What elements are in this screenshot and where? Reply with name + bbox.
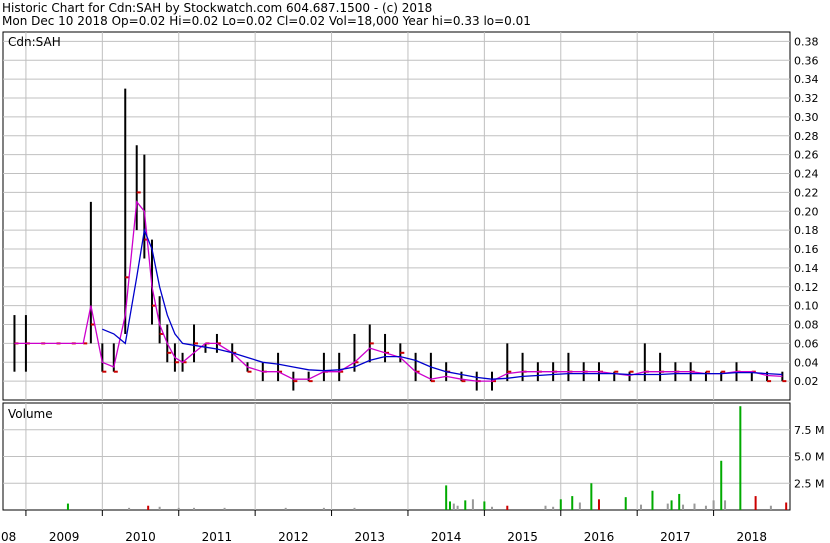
volume-y-tick-label: 7.5 M	[794, 424, 824, 437]
volume-bar	[353, 507, 356, 510]
price-y-tick-label: 0.14	[794, 262, 819, 275]
x-tick-label: 2018	[737, 530, 768, 543]
volume-bar	[739, 406, 742, 510]
short-moving-average-line	[14, 200, 783, 382]
volume-bar	[491, 506, 494, 510]
price-y-tick-label: 0.34	[794, 73, 819, 86]
volume-bar	[193, 507, 196, 510]
volume-bar	[177, 507, 180, 510]
volume-bar	[506, 505, 509, 510]
x-tick-label: 2016	[584, 530, 615, 543]
volume-bar	[640, 504, 643, 510]
volume-bar	[720, 460, 723, 510]
price-y-tick-label: 0.24	[794, 168, 819, 181]
price-y-tick-label: 0.32	[794, 92, 819, 105]
volume-bar	[624, 497, 627, 510]
price-panel-frame	[2, 31, 791, 401]
moving-average-lines	[14, 200, 783, 382]
price-y-tick-label: 0.30	[794, 111, 819, 124]
volume-bar	[785, 502, 788, 510]
volume-bar	[651, 490, 654, 510]
price-y-tick-label: 0.04	[794, 356, 819, 369]
volume-y-tick-label: 5.0 M	[794, 451, 824, 464]
price-y-tick-label: 0.08	[794, 319, 819, 332]
price-y-tick-label: 0.10	[794, 300, 819, 313]
x-tick-label: 08	[1, 530, 16, 543]
volume-bar	[223, 507, 226, 510]
volume-bar	[128, 507, 131, 510]
volume-bar	[452, 503, 455, 510]
price-panel-title: Cdn:SAH	[8, 35, 61, 49]
stock-chart: Cdn:SAH Volume 0.020.040.060.080.100.120…	[1, 31, 824, 543]
volume-bar	[158, 506, 161, 510]
x-tick-label: 2012	[278, 530, 309, 543]
x-tick-label: 2009	[49, 530, 80, 543]
price-y-tick-label: 0.18	[794, 224, 819, 237]
volume-bar	[704, 505, 707, 510]
volume-bar	[147, 505, 150, 510]
volume-bar	[322, 507, 325, 510]
x-tick-label: 2013	[354, 530, 385, 543]
volume-bar	[66, 503, 69, 510]
volume-bar	[559, 499, 562, 510]
volume-bar	[712, 500, 715, 510]
x-tick-label: 2014	[431, 530, 462, 543]
volume-bar	[483, 501, 486, 510]
price-y-tick-label: 0.16	[794, 243, 819, 256]
volume-bar	[578, 502, 581, 510]
x-tick-label: 2010	[125, 530, 156, 543]
x-tick-label: 2017	[660, 530, 691, 543]
price-y-tick-label: 0.28	[794, 130, 819, 143]
volume-bar	[544, 505, 547, 510]
price-y-tick-label: 0.06	[794, 337, 819, 350]
price-gridlines	[3, 32, 790, 400]
price-y-axis-labels: 0.02 0.04 0.06 0.08 0.10 0.12 0.14 0.16 0.18 0.20…	[794, 35, 819, 388]
price-y-tick-label: 0.12	[794, 281, 819, 294]
volume-bar	[682, 504, 685, 510]
volume-bar	[471, 499, 474, 510]
volume-y-axis-labels: 2.5 M 5.0 M 7.5 M	[794, 424, 824, 491]
volume-panel-title: Volume	[8, 407, 53, 421]
volume-bar	[693, 503, 696, 510]
price-bars	[13, 88, 787, 391]
x-tick-label: 2015	[507, 530, 538, 543]
price-y-tick-label: 0.38	[794, 35, 819, 48]
volume-y-tick-label: 2.5 M	[794, 477, 824, 490]
volume-bar	[666, 503, 669, 510]
volume-bar	[445, 485, 448, 510]
x-tick-label: 2011	[202, 530, 233, 543]
price-y-tick-label: 0.36	[794, 54, 819, 67]
volume-bar	[754, 496, 757, 510]
price-y-tick-label: 0.20	[794, 205, 819, 218]
volume-bar	[769, 505, 772, 510]
price-y-tick-label: 0.02	[794, 375, 819, 388]
volume-bar	[670, 500, 673, 510]
volume-gridlines	[3, 403, 790, 510]
volume-bar	[448, 501, 451, 510]
volume-bar	[464, 500, 467, 510]
volume-bar	[590, 483, 593, 510]
volume-bars	[66, 406, 788, 510]
volume-bar	[597, 499, 600, 510]
long-moving-average-line	[102, 227, 783, 380]
volume-bar	[456, 505, 459, 510]
volume-bar	[724, 500, 727, 510]
volume-bar	[678, 493, 681, 510]
price-y-tick-label: 0.22	[794, 186, 819, 199]
volume-bar	[571, 496, 574, 510]
x-axis-labels: 08 2009 2010 2011 2012 2013 2014 2015 2016 2017 20…	[1, 510, 767, 543]
volume-bar	[552, 506, 555, 510]
price-y-tick-label: 0.26	[794, 149, 819, 162]
volume-bar	[284, 507, 287, 510]
